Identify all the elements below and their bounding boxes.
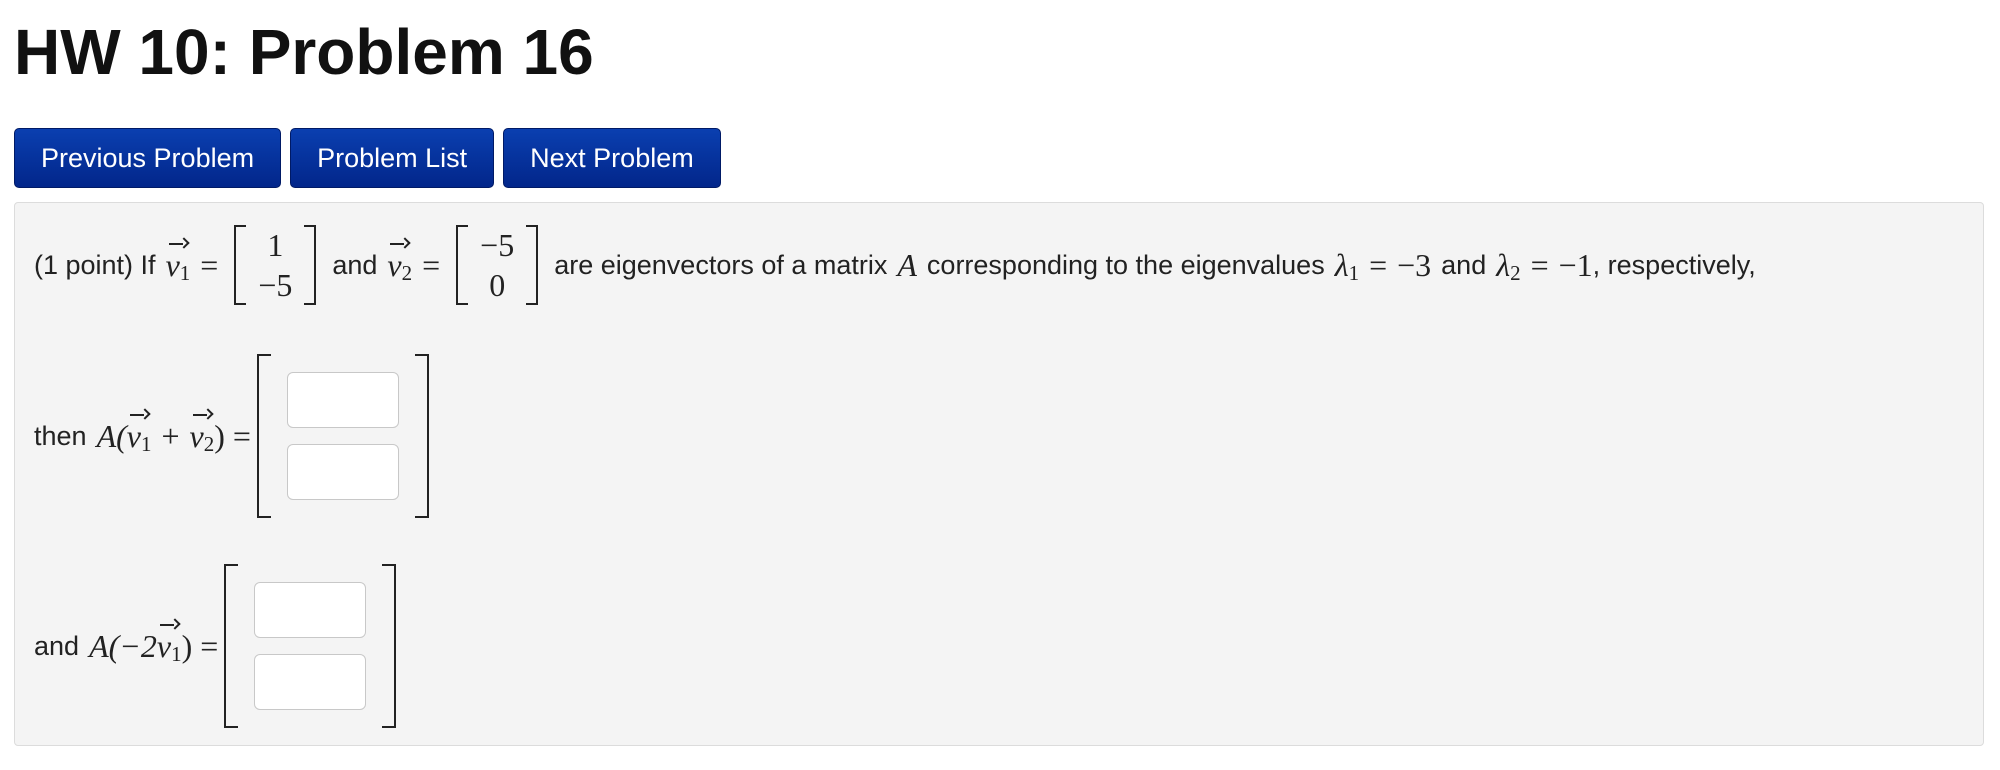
respectively-text: , respectively,: [1592, 249, 1756, 280]
v1-entry-2: −5: [258, 267, 293, 303]
q2-answer-bottom-input[interactable]: [254, 654, 367, 710]
previous-problem-button[interactable]: Previous Problem: [14, 128, 282, 188]
lambda1-symbol: λ: [1334, 246, 1349, 283]
v2-symbol: v: [387, 242, 405, 283]
q1-v2-subscript: 2: [203, 431, 215, 456]
and-text: and: [332, 249, 378, 280]
next-problem-button[interactable]: Next Problem: [503, 128, 721, 188]
points-prefix: (1 point) If: [34, 249, 156, 280]
q2-v1-subscript: 1: [171, 641, 182, 666]
v2-vector: −5 0: [456, 225, 539, 305]
q2-answer-matrix: [224, 564, 397, 728]
q1-v1-symbol: v: [126, 413, 145, 454]
v2-subscript: 2: [401, 260, 413, 285]
v1-vector: 1 −5: [234, 225, 317, 305]
q2-expr-left: A(−2: [89, 627, 157, 664]
question-1: then A( v1 + v2 ) =: [34, 351, 429, 521]
q2-prefix: and: [34, 630, 80, 661]
equals-sign: =: [422, 246, 441, 283]
problem-body: (1 point) If v1 = 1 −5 and v2 = −5 0 are…: [14, 202, 1984, 746]
q1-expr-left: A(: [96, 417, 127, 454]
q1-v1-subscript: 1: [140, 431, 152, 456]
q2-v1-symbol: v: [156, 623, 175, 664]
lambda2-value: −1: [1558, 246, 1593, 283]
plus-sign: +: [161, 417, 180, 454]
q1-expr-right: ) =: [214, 417, 251, 454]
eigenvalues-text: corresponding to the eigenvalues: [926, 249, 1325, 280]
q1-answer-bottom-input[interactable]: [286, 444, 399, 500]
v1-subscript: 1: [179, 260, 191, 285]
v2-entry-1: −5: [480, 227, 515, 263]
and-text-2: and: [1441, 249, 1487, 280]
q1-v2-symbol: v: [189, 413, 207, 454]
equals-sign: =: [1530, 246, 1549, 283]
question-2: and A(−2 v1 ) =: [34, 561, 397, 731]
q2-answer-top-input[interactable]: [254, 582, 367, 638]
v1-symbol: v: [165, 242, 183, 283]
problem-nav: Previous Problem Problem List Next Probl…: [14, 128, 721, 188]
problem-list-button[interactable]: Problem List: [290, 128, 495, 188]
q2-expr-right: ) =: [181, 627, 219, 664]
lambda1-value: −3: [1397, 246, 1432, 283]
equals-sign: =: [1369, 246, 1388, 283]
page-title: HW 10: Problem 16: [14, 16, 594, 88]
lambda2-symbol: λ: [1496, 246, 1511, 283]
v2-entry-2: 0: [489, 267, 506, 303]
q1-answer-top-input[interactable]: [286, 372, 399, 428]
lambda1-subscript: 1: [1348, 260, 1360, 285]
lambda2-subscript: 2: [1510, 260, 1521, 285]
v1-entry-1: 1: [267, 227, 284, 263]
q1-answer-matrix: [256, 354, 429, 518]
matrix-symbol: A: [897, 246, 917, 283]
equals-sign: =: [200, 246, 219, 283]
eigenvector-text: are eigenvectors of a matrix: [554, 249, 888, 280]
problem-statement: (1 point) If v1 = 1 −5 and v2 = −5 0 are…: [34, 221, 1756, 309]
q1-prefix: then: [34, 420, 87, 451]
